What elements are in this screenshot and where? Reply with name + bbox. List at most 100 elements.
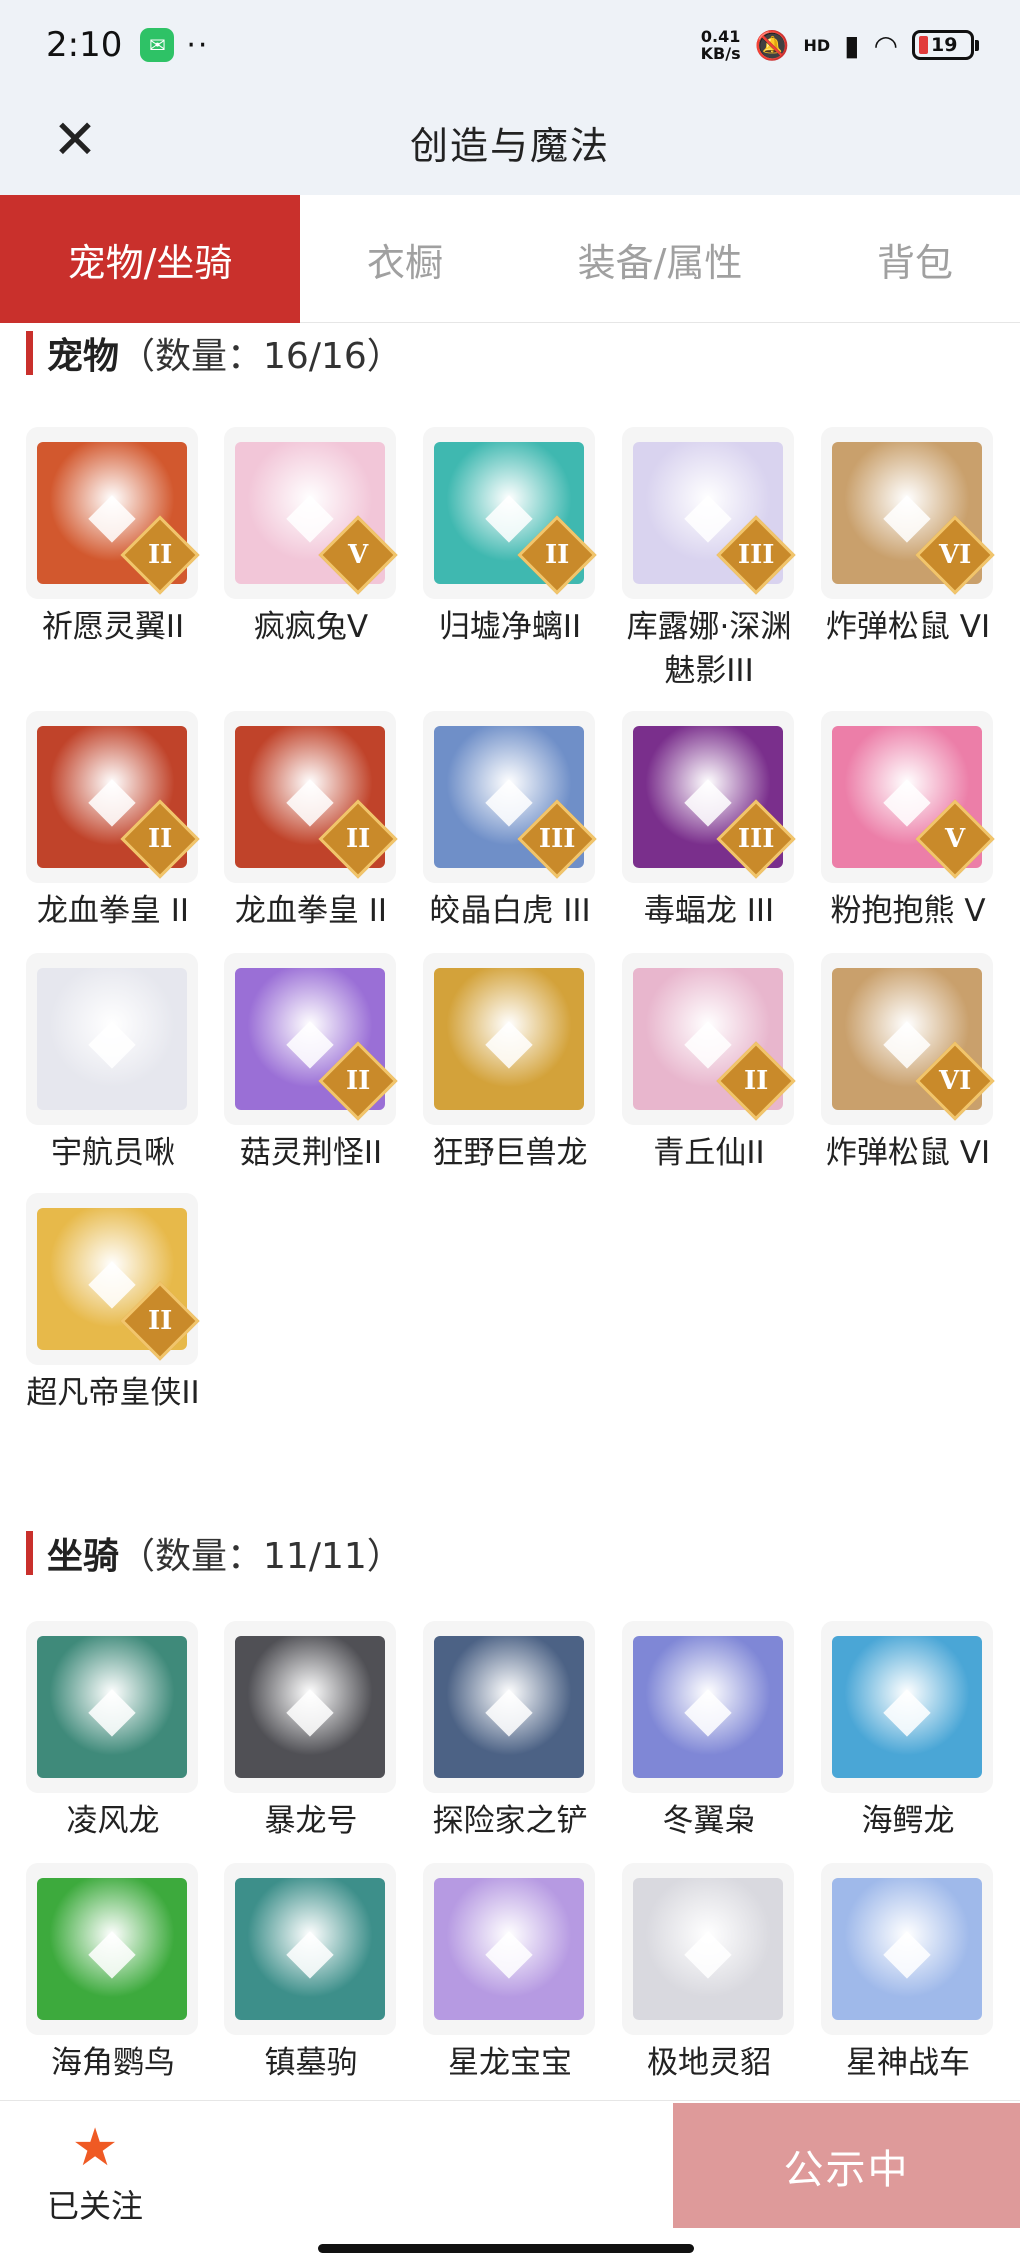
grid-item[interactable]: ◆ V 疯疯兔V: [224, 427, 398, 649]
status-bar: 2:10 ✉ ·· 0.41 KB/s 🔕 HD ▮ ◠ 19: [0, 0, 1020, 90]
item-thumbnail: ◆: [26, 953, 198, 1125]
grid-item[interactable]: ◆ 星龙宝宝: [423, 1863, 597, 2085]
item-thumbnail: ◆: [423, 1863, 595, 2035]
item-thumbnail: ◆ II: [26, 1193, 200, 1365]
item-name: 镇墓驹: [264, 2045, 358, 2081]
grid-item[interactable]: ◆ 狂野巨兽龙: [423, 953, 597, 1175]
close-icon[interactable]: ✕: [50, 110, 100, 170]
item-thumbnail: ◆: [423, 1621, 595, 1793]
creature-image: ◆: [37, 968, 187, 1110]
item-thumbnail: ◆ II: [622, 953, 796, 1125]
item-thumbnail: ◆: [224, 1621, 396, 1793]
pets-section-title: 宠物 （数量：16/16）: [26, 329, 403, 377]
creature-image: ◆: [832, 1878, 982, 2020]
tab-pets-mounts[interactable]: 宠物/坐骑: [0, 195, 300, 323]
grid-item[interactable]: ◆ VI 炸弹松鼠 VI: [821, 427, 995, 649]
creature-image: ◆: [633, 1636, 783, 1778]
grid-item[interactable]: ◆ III 库露娜·深渊魅影III: [622, 427, 796, 693]
item-thumbnail: ◆ II: [423, 427, 597, 599]
item-thumbnail: ◆ II: [224, 953, 398, 1125]
app-header: ✕ 创造与魔法: [0, 90, 1020, 195]
grid-item[interactable]: ◆ 探险家之铲: [423, 1621, 597, 1843]
item-thumbnail: ◆ III: [423, 711, 597, 883]
item-thumbnail: ◆ II: [26, 427, 200, 599]
tab-bar: 宠物/坐骑 衣橱 装备/属性 背包: [0, 195, 1020, 323]
grid-item[interactable]: ◆ 极地灵貂: [622, 1863, 796, 2085]
creature-image: ◆: [434, 968, 584, 1110]
tab-equipment[interactable]: 装备/属性: [510, 195, 810, 323]
grid-item[interactable]: ◆ 宇航员啾: [26, 953, 200, 1175]
grid-item[interactable]: ◆ III 皎晶白虎 III: [423, 711, 597, 933]
item-thumbnail: ◆: [622, 1621, 794, 1793]
grid-item[interactable]: ◆ II 超凡帝皇侠II: [26, 1193, 200, 1415]
item-name: 星龙宝宝: [448, 2045, 572, 2081]
item-name: 毒蝠龙 III: [643, 893, 775, 929]
creature-image: ◆: [37, 1878, 187, 2020]
grid-item[interactable]: ◆ 凌风龙: [26, 1621, 200, 1843]
item-name: 炸弹松鼠 VI: [825, 1135, 991, 1171]
item-thumbnail: ◆: [821, 1863, 993, 2035]
grid-item[interactable]: ◆ 海鳄龙: [821, 1621, 995, 1843]
item-name: 探险家之铲: [432, 1803, 588, 1839]
mute-icon: 🔕: [754, 28, 790, 62]
item-thumbnail: ◆ VI: [821, 427, 995, 599]
item-name: 库露娜·深渊魅影III: [626, 609, 792, 689]
tab-backpack[interactable]: 背包: [810, 195, 1020, 323]
grid-item[interactable]: ◆ II 青丘仙II: [622, 953, 796, 1175]
tab-wardrobe[interactable]: 衣橱: [300, 195, 510, 323]
item-thumbnail: ◆: [821, 1621, 993, 1793]
item-thumbnail: ◆: [224, 1863, 396, 2035]
item-name: 龙血拳皇 II: [234, 893, 388, 929]
item-name: 狂野巨兽龙: [432, 1135, 588, 1171]
item-thumbnail: ◆ III: [622, 427, 796, 599]
signal-icon: ▮: [844, 28, 860, 62]
item-thumbnail: ◆ V: [224, 427, 398, 599]
battery-icon: 19: [912, 30, 979, 60]
grid-item[interactable]: ◆ II 菇灵荆怪II: [224, 953, 398, 1175]
follow-label: 已关注: [46, 2187, 143, 2225]
item-name: 极地灵貂: [647, 2045, 771, 2081]
follow-button[interactable]: ★ 已关注: [40, 2119, 150, 2227]
grid-item[interactable]: ◆ 镇墓驹: [224, 1863, 398, 2085]
publicity-button[interactable]: 公示中: [673, 2103, 1020, 2228]
item-thumbnail: ◆ V: [821, 711, 995, 883]
grid-item[interactable]: ◆ II 归墟净螭II: [423, 427, 597, 649]
grid-item[interactable]: ◆ 冬翼枭: [622, 1621, 796, 1843]
item-thumbnail: ◆ VI: [821, 953, 995, 1125]
page-title: 创造与魔法: [409, 124, 610, 168]
item-thumbnail: ◆: [26, 1863, 198, 2035]
grid-item[interactable]: ◆ 星神战车: [821, 1863, 995, 2085]
creature-image: ◆: [37, 1636, 187, 1778]
item-name: 青丘仙II: [653, 1135, 765, 1171]
item-name: 皎晶白虎 III: [429, 893, 591, 929]
item-thumbnail: ◆ II: [26, 711, 200, 883]
grid-item[interactable]: ◆ V 粉抱抱熊 V: [821, 711, 995, 933]
item-thumbnail: ◆ III: [622, 711, 796, 883]
grid-item[interactable]: ◆ VI 炸弹松鼠 VI: [821, 953, 995, 1175]
grid-item[interactable]: ◆ III 毒蝠龙 III: [622, 711, 796, 933]
item-name: 凌风龙: [66, 1803, 160, 1839]
item-name: 菇灵荆怪II: [239, 1135, 383, 1171]
item-thumbnail: ◆ II: [224, 711, 398, 883]
grid-item[interactable]: ◆ II 龙血拳皇 II: [224, 711, 398, 933]
grid-item[interactable]: ◆ 暴龙号: [224, 1621, 398, 1843]
item-name: 宇航员啾: [51, 1135, 175, 1171]
item-name: 疯疯兔V: [253, 609, 369, 645]
creature-image: ◆: [832, 1636, 982, 1778]
item-thumbnail: ◆: [423, 953, 595, 1125]
grid-item[interactable]: ◆ II 祈愿灵翼II: [26, 427, 200, 649]
creature-image: ◆: [235, 1636, 385, 1778]
item-thumbnail: ◆: [26, 1621, 198, 1793]
grid-item[interactable]: ◆ 海角鹦鸟: [26, 1863, 200, 2085]
mounts-section-title: 坐骑 （数量：11/11）: [26, 1529, 403, 1577]
more-notifications-icon: ··: [186, 27, 210, 63]
home-indicator[interactable]: [318, 2244, 694, 2253]
item-name: 龙血拳皇 II: [36, 893, 190, 929]
network-speed: 0.41 KB/s: [700, 27, 741, 63]
creature-image: ◆: [434, 1636, 584, 1778]
item-name: 冬翼枭: [662, 1803, 756, 1839]
grid-item[interactable]: ◆ II 龙血拳皇 II: [26, 711, 200, 933]
wifi-icon: ◠: [873, 28, 898, 62]
star-icon: ★: [71, 2118, 119, 2178]
bottom-action-bar: ★ 已关注 公示中: [0, 2100, 1020, 2267]
